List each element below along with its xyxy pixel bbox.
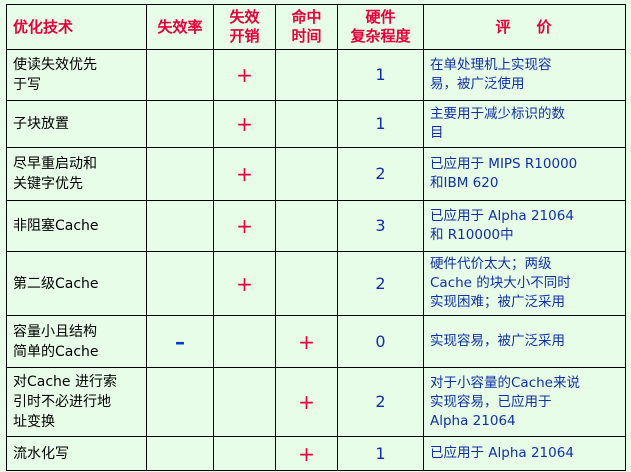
- technique-cell: 第二级Cache: [6, 251, 147, 316]
- table-row: 对Cache 进行索 引时不必进行地 址变换 + 2 对于小容量的Cache来说…: [6, 367, 626, 437]
- hit-time-cell: +: [275, 367, 338, 437]
- miss-rate-cell: [146, 367, 214, 437]
- miss-penalty-cell: [213, 436, 276, 471]
- miss-penalty-cell: +: [213, 49, 276, 101]
- miss-rate-cell: [146, 200, 214, 252]
- technique-cell: 容量小且结构 简单的Cache: [6, 315, 147, 368]
- evaluation-cell: 主要用于减少标识的数 目: [423, 100, 626, 148]
- miss-rate-cell: –: [146, 315, 214, 368]
- miss-penalty-cell: [213, 367, 276, 437]
- header-row: 优化技术 失效率 失效 开销 命中 时间 硬件 复杂程度 评价: [6, 4, 626, 50]
- complexity-cell: 2: [337, 147, 424, 201]
- technique-cell: 尽早重启动和 关键字优先: [6, 147, 147, 201]
- table-row: 流水化写 + 1 已应用于 Alpha 21064: [6, 436, 626, 471]
- miss-penalty-cell: +: [213, 251, 276, 316]
- slide: 优化技术 失效率 失效 开销 命中 时间 硬件 复杂程度 评价 使读失效优先 于…: [0, 0, 631, 472]
- technique-cell: 子块放置: [6, 100, 147, 148]
- table-row: 尽早重启动和 关键字优先 + 2 已应用于 MIPS R10000 和IBM 6…: [6, 147, 626, 201]
- complexity-cell: 1: [337, 49, 424, 101]
- evaluation-cell: 已应用于 MIPS R10000 和IBM 620: [423, 147, 626, 201]
- hit-time-cell: [275, 200, 338, 252]
- header-miss-penalty: 失效 开销: [213, 4, 276, 50]
- miss-penalty-cell: +: [213, 200, 276, 252]
- cache-optimization-table: 优化技术 失效率 失效 开销 命中 时间 硬件 复杂程度 评价 使读失效优先 于…: [6, 4, 626, 471]
- hit-time-cell: +: [275, 315, 338, 368]
- evaluation-cell: 硬件代价太大；两级 Cache 的块大小不同时 实现困难；被广泛采用: [423, 251, 626, 316]
- evaluation-cell: 已应用于 Alpha 21064: [423, 436, 626, 471]
- evaluation-cell: 已应用于 Alpha 21064 和 R10000中: [423, 200, 626, 252]
- complexity-cell: 1: [337, 100, 424, 148]
- hit-time-cell: [275, 251, 338, 316]
- hit-time-cell: [275, 100, 338, 148]
- header-miss-rate: 失效率: [146, 4, 214, 50]
- technique-cell: 非阻塞Cache: [6, 200, 147, 252]
- table-row: 使读失效优先 于写 + 1 在单处理机上实现容 易，被广泛使用: [6, 49, 626, 101]
- complexity-cell: 0: [337, 315, 424, 368]
- header-hit-time: 命中 时间: [275, 4, 338, 50]
- complexity-cell: 2: [337, 251, 424, 316]
- hit-time-cell: +: [275, 436, 338, 471]
- complexity-cell: 3: [337, 200, 424, 252]
- technique-cell: 对Cache 进行索 引时不必进行地 址变换: [6, 367, 147, 437]
- table-row: 非阻塞Cache + 3 已应用于 Alpha 21064 和 R10000中: [6, 200, 626, 252]
- table-row: 容量小且结构 简单的Cache – + 0 实现容易，被广泛采用: [6, 315, 626, 368]
- technique-cell: 流水化写: [6, 436, 147, 471]
- evaluation-cell: 实现容易，被广泛采用: [423, 315, 626, 368]
- technique-cell: 使读失效优先 于写: [6, 49, 147, 101]
- miss-penalty-cell: [213, 315, 276, 368]
- miss-rate-cell: [146, 147, 214, 201]
- header-evaluation: 评价: [423, 4, 626, 50]
- complexity-cell: 1: [337, 436, 424, 471]
- miss-penalty-cell: +: [213, 100, 276, 148]
- hit-time-cell: [275, 147, 338, 201]
- table-row: 第二级Cache + 2 硬件代价太大；两级 Cache 的块大小不同时 实现困…: [6, 251, 626, 316]
- miss-rate-cell: [146, 49, 214, 101]
- complexity-cell: 2: [337, 367, 424, 437]
- table-row: 子块放置 + 1 主要用于减少标识的数 目: [6, 100, 626, 148]
- evaluation-cell: 对于小容量的Cache来说 实现容易，已应用于 Alpha 21064: [423, 367, 626, 437]
- header-technique: 优化技术: [6, 4, 147, 50]
- miss-rate-cell: [146, 100, 214, 148]
- header-hw-complexity: 硬件 复杂程度: [337, 4, 424, 50]
- miss-penalty-cell: +: [213, 147, 276, 201]
- miss-rate-cell: [146, 436, 214, 471]
- evaluation-cell: 在单处理机上实现容 易，被广泛使用: [423, 49, 626, 101]
- hit-time-cell: [275, 49, 338, 101]
- miss-rate-cell: [146, 251, 214, 316]
